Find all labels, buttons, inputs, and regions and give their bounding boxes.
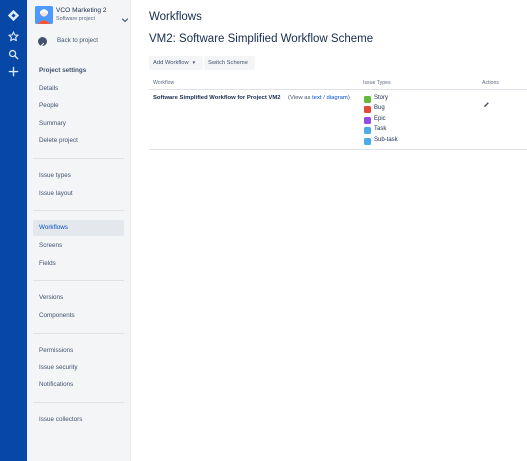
add-workflow-label: Add Workflow — [153, 60, 189, 66]
switch-scheme-label: Switch Scheme — [208, 60, 248, 66]
issue-type-subtask: Sub-task — [364, 137, 464, 150]
sidebar-divider — [33, 210, 124, 211]
project-sidebar: VCO Marketing 2 Software project Back to… — [27, 0, 131, 461]
table-header-divider — [149, 89, 527, 90]
project-type: Software project — [56, 16, 95, 22]
sidebar-item-notifications[interactable]: Notifications — [33, 377, 124, 393]
sidebar-item-permissions[interactable]: Permissions — [33, 343, 124, 359]
bug-icon — [364, 106, 371, 118]
arrow-left-icon — [38, 37, 47, 49]
sidebar-item-workflows[interactable]: Workflows — [33, 220, 124, 236]
issue-type-story: Story — [364, 95, 464, 108]
issue-type-task: Task — [364, 126, 464, 139]
add-workflow-button[interactable]: Add Workflow ▼ — [149, 56, 203, 70]
issue-type-label: Task — [374, 126, 387, 132]
view-as-suffix: ) — [347, 95, 350, 101]
sidebar-item-issue-types[interactable]: Issue types — [33, 168, 124, 184]
sidebar-divider — [33, 280, 124, 281]
column-header-issue-types: Issue Types — [363, 80, 391, 86]
back-to-project-label: Back to project — [57, 37, 98, 44]
sidebar-item-issue-layout[interactable]: Issue layout — [33, 186, 124, 202]
table-row-divider — [149, 149, 527, 150]
sidebar-item-delete-project[interactable]: Delete project — [33, 133, 124, 149]
view-as-diagram-link[interactable]: diagram — [327, 95, 348, 101]
sidebar-divider — [33, 333, 124, 334]
sidebar-item-people[interactable]: People — [33, 98, 124, 114]
project-header[interactable]: VCO Marketing 2 Software project — [35, 6, 129, 26]
issue-type-label: Sub-task — [374, 137, 398, 143]
sidebar-item-components[interactable]: Components — [33, 308, 124, 324]
view-as-text-link[interactable]: text — [312, 95, 322, 101]
subtask-icon — [364, 138, 371, 150]
jira-logo-icon[interactable] — [6, 8, 21, 23]
sidebar-item-summary[interactable]: Summary — [33, 116, 124, 132]
issue-type-bug: Bug — [364, 105, 464, 118]
plus-icon[interactable] — [6, 64, 21, 79]
sidebar-item-fields[interactable]: Fields — [33, 256, 124, 272]
issue-type-epic: Epic — [364, 116, 464, 129]
sidebar-item-screens[interactable]: Screens — [33, 238, 124, 254]
chevron-down-icon[interactable] — [121, 11, 129, 23]
search-icon[interactable] — [6, 47, 21, 62]
issue-type-label: Story — [374, 95, 389, 101]
workflow-scheme-title: VM2: Software Simplified Workflow Scheme — [149, 33, 374, 45]
back-to-project-link[interactable]: Back to project — [38, 36, 128, 49]
chevron-down-icon: ▼ — [191, 60, 197, 65]
project-name: VCO Marketing 2 — [56, 7, 107, 14]
task-icon — [364, 127, 371, 139]
column-header-workflow: Workflow — [153, 80, 175, 86]
project-avatar — [35, 6, 53, 24]
global-navigation — [0, 0, 27, 461]
sidebar-item-issue-collectors[interactable]: Issue collectors — [33, 412, 124, 428]
main-content: Workflows VM2: Software Simplified Workf… — [131, 0, 527, 461]
star-icon[interactable] — [6, 29, 21, 44]
issue-type-label: Epic — [374, 116, 386, 122]
sidebar-divider — [33, 402, 124, 403]
view-as-links: (View as text / diagram) — [288, 95, 350, 101]
view-as-prefix: (View as — [288, 95, 313, 101]
sidebar-item-details[interactable]: Details — [33, 81, 124, 97]
epic-icon — [364, 117, 371, 129]
sidebar-item-issue-security[interactable]: Issue security — [33, 360, 124, 376]
project-settings-heading: Project settings — [39, 67, 87, 74]
edit-pencil-icon[interactable] — [483, 95, 490, 107]
page-title: Workflows — [149, 11, 202, 23]
story-icon — [364, 96, 371, 108]
column-header-actions: Actions — [482, 80, 500, 86]
sidebar-item-versions[interactable]: Versions — [33, 290, 124, 306]
workflow-name: Software Simplified Workflow for Project… — [153, 95, 281, 101]
switch-scheme-button[interactable]: Switch Scheme — [204, 56, 255, 70]
issue-type-label: Bug — [374, 105, 385, 111]
sidebar-divider — [33, 158, 124, 159]
